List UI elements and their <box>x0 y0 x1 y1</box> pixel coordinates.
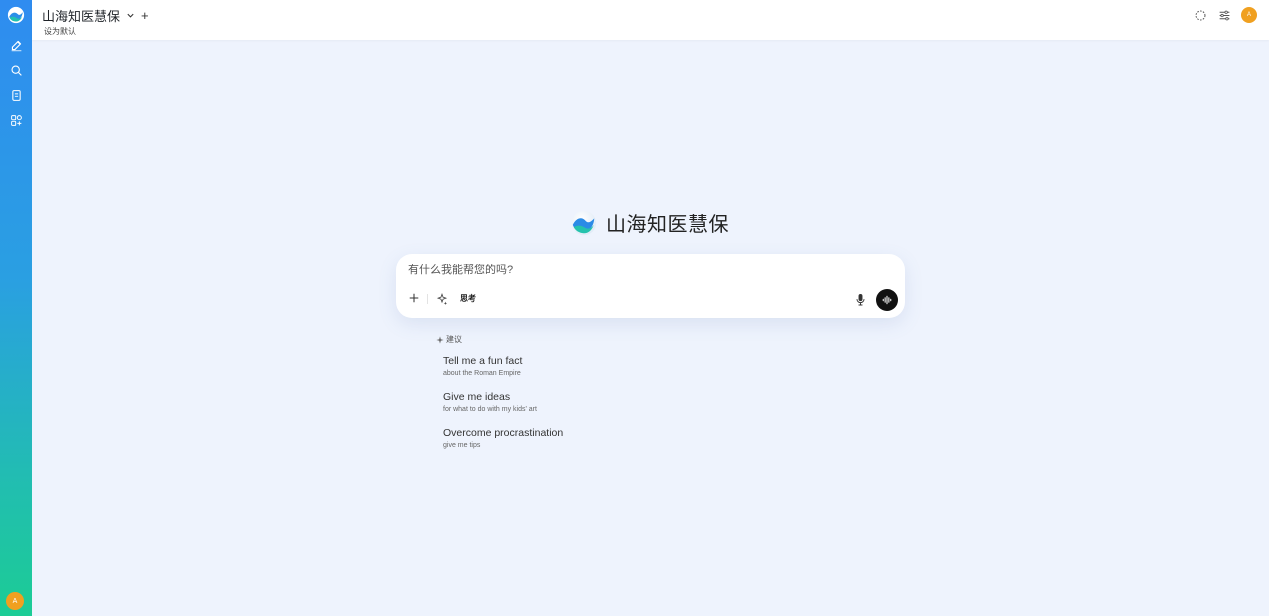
suggestion-list: Tell me a fun fact about the Roman Empir… <box>443 355 563 463</box>
voice-waveform-icon <box>882 295 892 305</box>
chat-input[interactable] <box>408 264 888 276</box>
brand-title: 山海知医慧保 <box>606 214 729 236</box>
think-toggle[interactable]: 思考 <box>460 293 476 304</box>
microphone-icon <box>856 293 865 305</box>
suggestions-heading: 建议 <box>436 334 462 345</box>
notes-button[interactable] <box>5 84 27 106</box>
suggestion-subtitle: for what to do with my kids' art <box>443 406 537 413</box>
top-bar: 山海知医慧保 + 设为默认 A <box>32 0 1269 40</box>
attach-plus-button[interactable] <box>407 291 421 305</box>
brand-logo-icon <box>571 210 597 235</box>
chat-composer: 思考 <box>396 254 905 318</box>
notes-icon <box>11 89 21 101</box>
suggestion-item[interactable]: Overcome procrastination give me tips <box>443 427 563 451</box>
user-avatar[interactable]: A <box>1241 7 1257 23</box>
tools-button[interactable] <box>435 292 448 305</box>
suggestions-heading-label: 建议 <box>446 335 462 344</box>
sparkle-icon <box>436 335 444 344</box>
search-button[interactable] <box>5 59 27 81</box>
user-avatar-sidebar[interactable]: A <box>6 592 24 610</box>
controls-sliders-icon[interactable] <box>1217 8 1231 22</box>
suggestion-title: Tell me a fun fact <box>443 355 523 367</box>
suggestion-title: Give me ideas <box>443 391 511 403</box>
plus-icon <box>409 293 419 303</box>
workspace-icon <box>10 114 22 126</box>
new-chat-icon <box>11 40 21 51</box>
app-logo-icon[interactable] <box>7 6 25 24</box>
temporary-chat-icon[interactable] <box>1193 8 1207 22</box>
top-right-controls: A <box>1193 7 1257 23</box>
model-selector[interactable]: 山海知医慧保 + <box>42 6 149 25</box>
chevron-down-icon[interactable] <box>125 11 135 21</box>
tools-sparkle-icon <box>436 292 447 305</box>
workspace-button[interactable] <box>5 109 27 131</box>
suggestion-item[interactable]: Give me ideas for what to do with my kid… <box>443 391 563 415</box>
suggestion-subtitle: give me tips <box>443 442 481 449</box>
voice-mode-button[interactable] <box>876 289 898 311</box>
new-chat-button[interactable] <box>5 34 27 56</box>
suggestion-item[interactable]: Tell me a fun fact about the Roman Empir… <box>443 355 563 379</box>
brand-header: 山海知医慧保 <box>570 208 729 237</box>
toolbar-divider <box>427 294 428 304</box>
set-default-link[interactable]: 设为默认 <box>44 26 76 37</box>
model-title[interactable]: 山海知医慧保 <box>42 6 120 25</box>
search-icon <box>10 64 22 76</box>
suggestion-subtitle: about the Roman Empire <box>443 370 521 377</box>
suggestion-title: Overcome procrastination <box>443 427 564 439</box>
microphone-button[interactable] <box>854 292 867 306</box>
add-model-button[interactable]: + <box>141 9 149 22</box>
sidebar: A <box>0 0 32 616</box>
